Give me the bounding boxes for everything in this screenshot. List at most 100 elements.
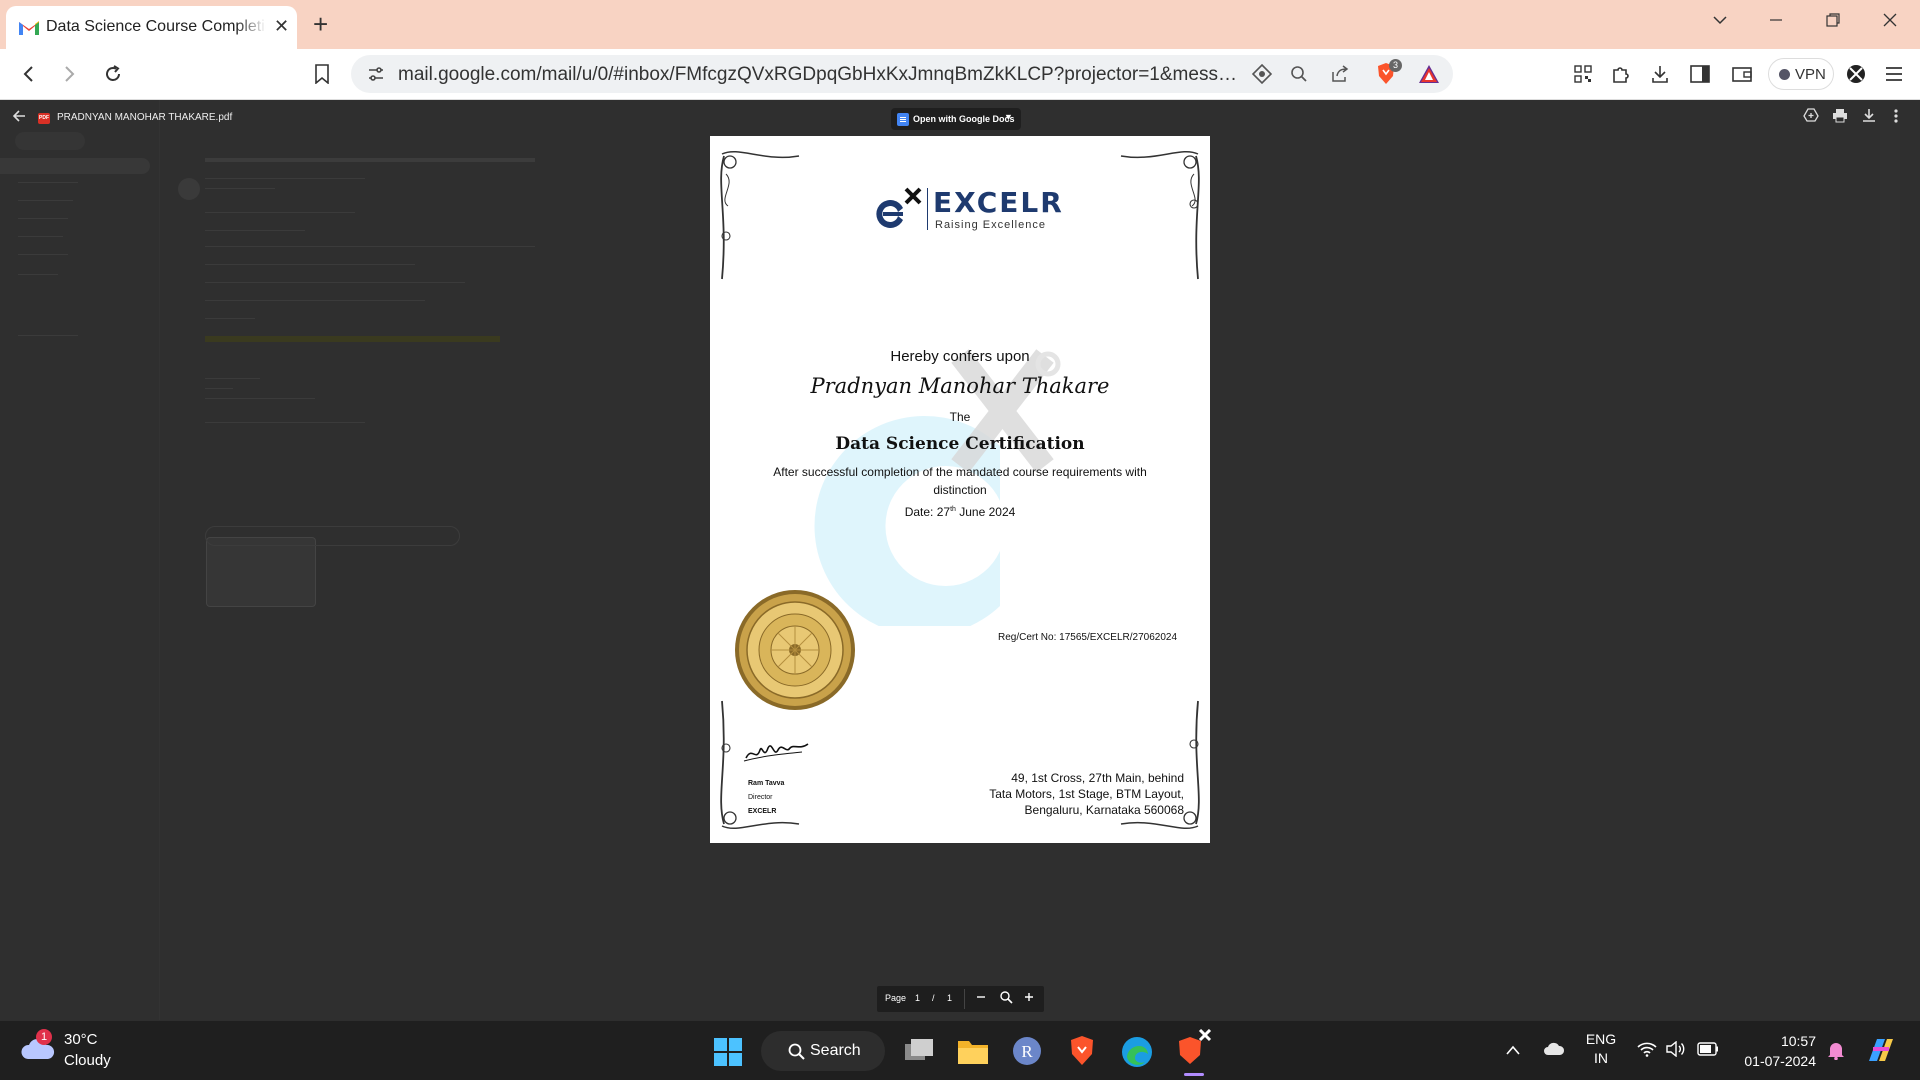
- certificate-date: Date: 27th June 2024: [904, 505, 1016, 519]
- zoom-icon[interactable]: [1288, 63, 1310, 85]
- completion-description: After successful completion of the manda…: [773, 465, 1147, 497]
- brave-active-window-button[interactable]: [1176, 1028, 1212, 1076]
- search-icon: [788, 1043, 805, 1060]
- address-line-1: 49, 1st Cross, 27th Main, behind: [1011, 771, 1184, 785]
- bookmark-icon[interactable]: [309, 61, 335, 87]
- zoom-out-button[interactable]: [975, 990, 987, 1006]
- task-view-icon: [905, 1039, 933, 1060]
- page-controls: Page 1 / 1: [877, 986, 1044, 1012]
- dropdown-caret-icon[interactable]: ▼: [1004, 112, 1013, 122]
- taskbar-search[interactable]: Search: [761, 1031, 885, 1071]
- copilot-icon: [1869, 1039, 1893, 1061]
- profile-icon[interactable]: [1843, 61, 1869, 87]
- address-line-2: Tata Motors, 1st Stage, BTM Layout,: [989, 787, 1184, 801]
- extensions-icon[interactable]: [1608, 61, 1634, 87]
- close-preview-button[interactable]: [12, 109, 26, 128]
- tab-close-icon[interactable]: ✕: [274, 16, 289, 37]
- tab-title: Data Science Course Completion Certifica…: [46, 18, 266, 36]
- restore-button[interactable]: [1825, 12, 1841, 33]
- r-app-button[interactable]: R: [1012, 1036, 1042, 1071]
- onedrive-button[interactable]: [1543, 1041, 1565, 1062]
- system-clock[interactable]: 10:57 01-07-2024: [1736, 1031, 1816, 1071]
- qr-code-icon[interactable]: [1570, 61, 1596, 87]
- edge-taskbar-button[interactable]: [1121, 1036, 1153, 1073]
- weather-temperature: 30°C: [64, 1031, 98, 1048]
- start-button[interactable]: [713, 1037, 743, 1072]
- windows-taskbar: 1 30°C Cloudy Search R ENG IN 10:57 01-0…: [0, 1020, 1920, 1080]
- registration-number: Reg/Cert No: 17565/EXCELR/27062024: [998, 632, 1178, 643]
- add-to-drive-icon[interactable]: [1803, 108, 1819, 125]
- open-with-label: Open with Google Docs: [913, 114, 1015, 124]
- show-hidden-icons-button[interactable]: [1505, 1043, 1521, 1061]
- file-explorer-button[interactable]: [957, 1037, 989, 1070]
- battery-icon[interactable]: [1697, 1042, 1719, 1061]
- close-window-button[interactable]: [1882, 12, 1898, 33]
- edge-icon: [1122, 1037, 1152, 1067]
- signatory-org: EXCELR: [748, 808, 777, 815]
- tab-strip: Data Science Course Completion Certifica…: [0, 0, 1920, 49]
- certificate-page: EXCELR Raising Excellence Hereby confers…: [710, 136, 1210, 843]
- sidebar-toggle-icon[interactable]: [1687, 61, 1713, 87]
- page-label: Page: [885, 993, 907, 1003]
- language-line-1[interactable]: ENG: [1585, 1031, 1617, 1047]
- signatory-role: Director: [748, 794, 773, 801]
- site-settings-icon[interactable]: [365, 63, 387, 85]
- pdf-file-icon: PDF: [38, 113, 50, 124]
- brave-rewards-icon[interactable]: [1418, 63, 1440, 85]
- gmail-sidebar-dimmed: [0, 100, 160, 1020]
- total-pages: 1: [947, 993, 953, 1003]
- forward-button[interactable]: [56, 61, 82, 87]
- corner-flourish-top-left: [720, 150, 800, 280]
- vpn-button[interactable]: VPN: [1768, 58, 1834, 90]
- svg-text:R: R: [1021, 1042, 1033, 1061]
- bell-icon: [1828, 1043, 1844, 1061]
- confers-text: Hereby confers upon: [890, 348, 1030, 365]
- more-options-icon[interactable]: [1893, 108, 1899, 127]
- google-docs-icon: [897, 113, 909, 126]
- chevron-up-icon: [1506, 1045, 1520, 1055]
- signatory-name: Ram Tavva: [748, 780, 785, 787]
- the-text: The: [949, 410, 971, 424]
- wallet-icon[interactable]: [1729, 61, 1755, 87]
- back-button[interactable]: [16, 61, 42, 87]
- program-title: Data Science Certification: [835, 434, 1085, 454]
- folder-icon: [958, 1041, 988, 1064]
- google-lens-icon[interactable]: [1251, 63, 1273, 85]
- downloads-icon[interactable]: [1647, 61, 1673, 87]
- zoom-icon: [999, 990, 1013, 1006]
- notifications-button[interactable]: [1827, 1040, 1845, 1065]
- open-with-google-docs-button[interactable]: Open with Google Docs ▼: [891, 108, 1021, 130]
- wifi-icon[interactable]: [1637, 1041, 1657, 1062]
- new-tab-button[interactable]: +: [313, 9, 328, 40]
- address-bar[interactable]: mail.google.com/mail/u/0/#inbox/FMfcgzQV…: [351, 55, 1453, 93]
- weather-widget[interactable]: 1: [20, 1029, 56, 1068]
- volume-icon[interactable]: [1666, 1040, 1686, 1062]
- task-view-button[interactable]: [903, 1036, 935, 1069]
- excelr-mark-icon: [876, 187, 922, 228]
- windows-logo-icon: [714, 1038, 742, 1066]
- current-page-input[interactable]: 1: [915, 993, 920, 1003]
- minimize-button[interactable]: [1768, 12, 1784, 33]
- menu-icon[interactable]: [1881, 61, 1907, 87]
- shields-count-badge: 3: [1389, 59, 1402, 72]
- download-icon[interactable]: [1862, 108, 1876, 126]
- language-line-2[interactable]: IN: [1585, 1050, 1617, 1066]
- vpn-label: VPN: [1795, 66, 1826, 83]
- address-line-3: Bengaluru, Karnataka 560068: [1024, 803, 1184, 817]
- brave-taskbar-button[interactable]: [1068, 1035, 1096, 1072]
- clock-time: 10:57: [1780, 1033, 1816, 1049]
- reload-button[interactable]: [100, 61, 126, 87]
- share-icon[interactable]: [1329, 63, 1351, 85]
- signature-image: [743, 743, 809, 762]
- clock-date: 01-07-2024: [1744, 1053, 1816, 1069]
- tab-gmail-certificate[interactable]: Data Science Course Completion Certifica…: [6, 6, 297, 49]
- recipient-name: Pradnyan Manohar Thakare: [810, 374, 1110, 398]
- gold-seal-icon: [735, 590, 855, 710]
- brave-shields-icon[interactable]: 3: [1375, 59, 1402, 85]
- copilot-button[interactable]: [1865, 1035, 1897, 1070]
- zoom-in-button[interactable]: [1023, 990, 1035, 1006]
- logo-divider: [927, 188, 928, 230]
- tab-search-chevron-icon[interactable]: [1712, 12, 1728, 33]
- pager-divider: [964, 989, 965, 1009]
- print-icon[interactable]: [1832, 108, 1848, 126]
